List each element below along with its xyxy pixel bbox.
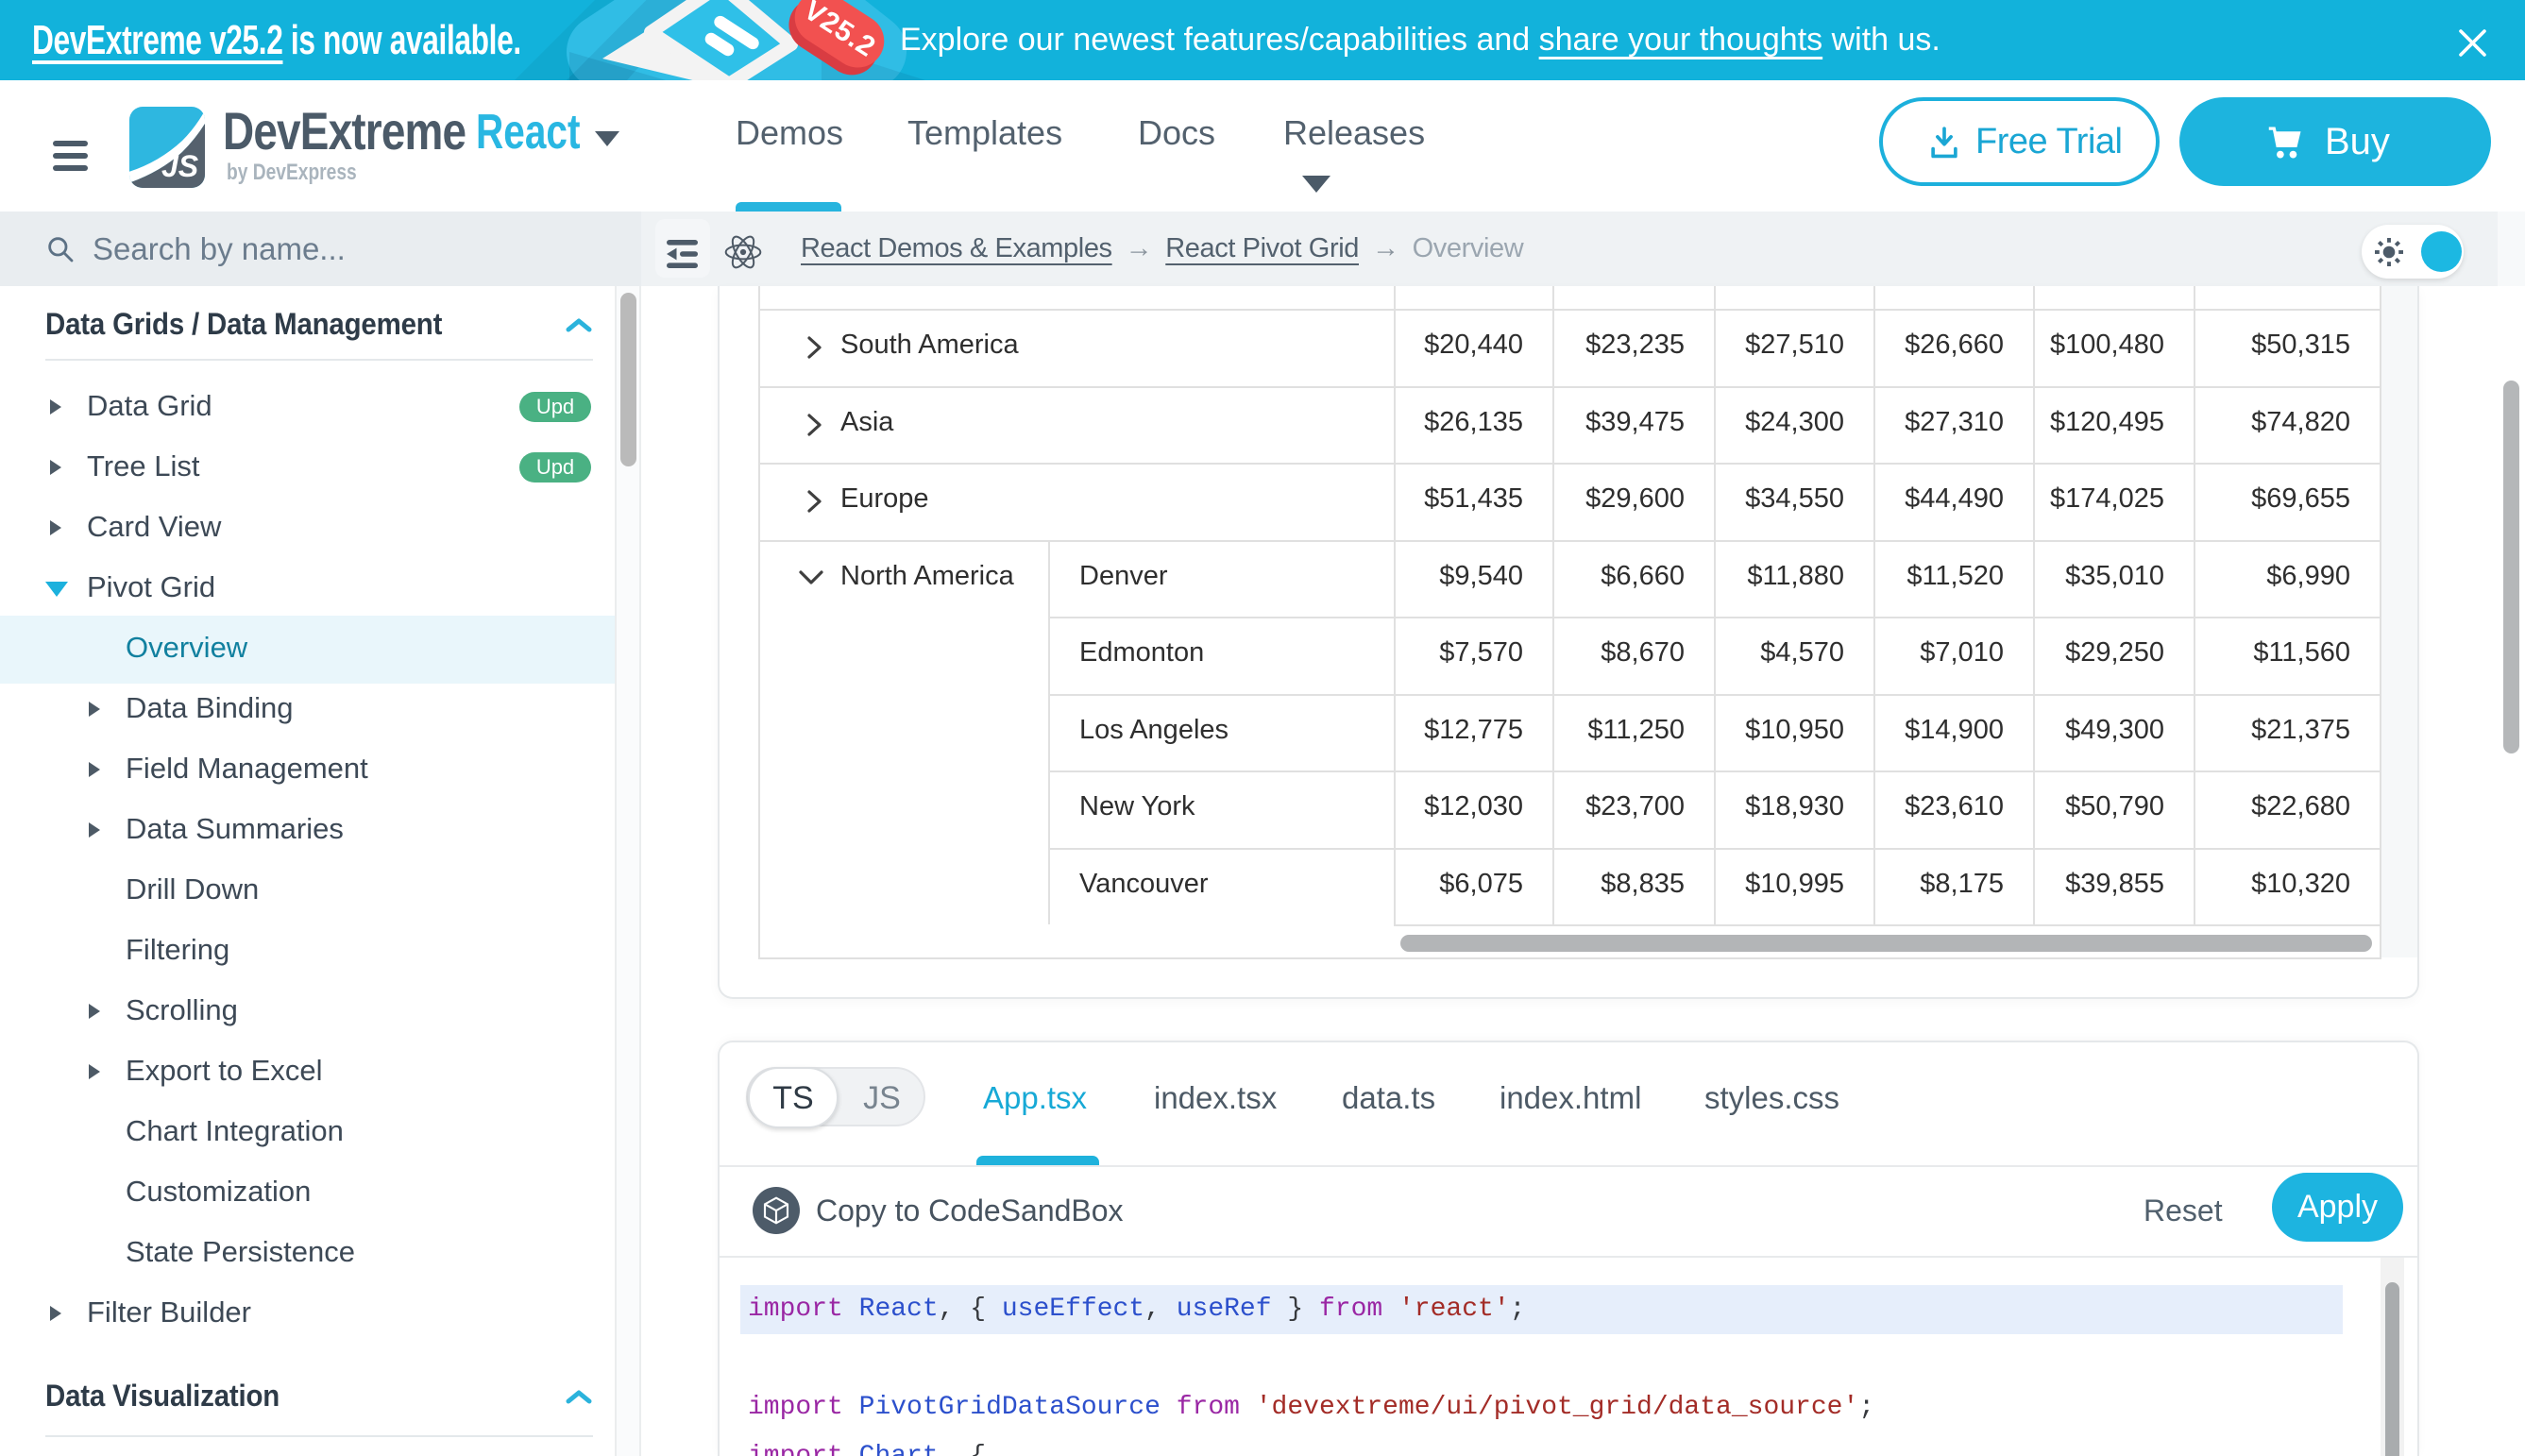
svg-text:JS: JS: [161, 149, 199, 183]
